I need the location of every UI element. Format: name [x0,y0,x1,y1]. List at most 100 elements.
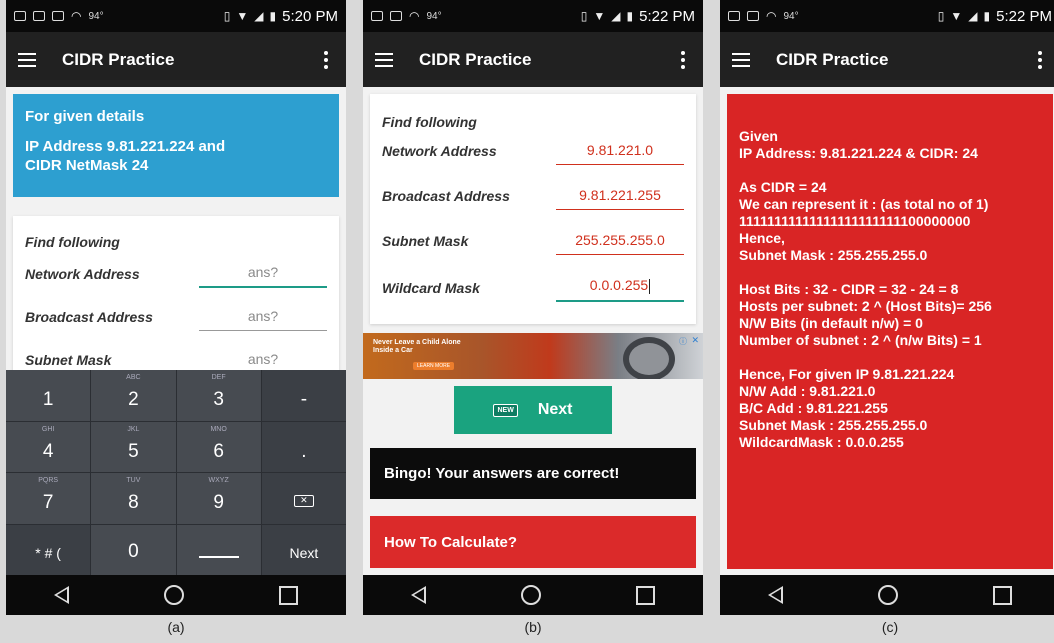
key-8[interactable]: TUV 8 [91,473,176,524]
given-ip: IP Address 9.81.221.224 and [25,138,226,155]
battery-icon: ▮ [269,9,277,23]
new-badge-icon: NEW [493,403,518,417]
ad-learn-more-button[interactable]: LEARN MORE [413,362,455,370]
temperature: 94° [88,10,104,22]
overflow-menu-icon[interactable] [675,47,691,73]
back-icon[interactable] [53,586,69,604]
app-bar: CIDR Practice [720,32,1054,87]
network-row: Network Address ans? [25,264,327,288]
cell-signal-icon: ◢ [254,9,264,23]
calculation-explanation: Given IP Address: 9.81.221.224 & CIDR: 2… [727,94,1053,569]
network-label: Network Address [25,266,140,282]
home-icon[interactable] [877,585,898,605]
ad-banner[interactable]: Never Leave a Child Alone Inside a Car L… [363,333,703,379]
battery-icon: ▮ [983,9,991,23]
temperature: 94° [426,10,442,22]
space-bar-icon [198,555,239,558]
explanation-line: N/W Bits (in default n/w) = 0 [739,315,923,331]
explanation-line: Subnet Mask : 255.255.255.0 [739,417,928,433]
key-2[interactable]: ABC 2 [91,370,176,421]
broadcast-row: Broadcast Address 9.81.221.255 [382,187,684,210]
delete-key[interactable]: ✕ [261,473,346,524]
caption-c: (c) [881,619,899,635]
key-0[interactable]: 0 [91,524,176,575]
status-bar: ◠ 94° ▯ ▼ ◢ ▮ 5:22 PM [363,0,703,32]
recents-icon[interactable] [279,585,299,605]
key-3[interactable]: DEF 3 [176,370,261,421]
overflow-menu-icon[interactable] [318,47,334,73]
gallery-icon [371,11,383,21]
network-input[interactable]: 9.81.221.0 [556,142,684,165]
wildcard-row: Wildcard Mask 0.0.0.255 [382,277,684,302]
next-key[interactable]: Next [261,524,346,575]
next-button[interactable]: NEW Next [454,386,612,434]
app-title: CIDR Practice [62,49,175,69]
battery-icon: ▮ [626,9,634,23]
space-key[interactable] [176,524,261,575]
wifi-icon: ◠ [409,9,420,23]
key-6[interactable]: MNO 6 [176,421,261,472]
explanation-line: N/W Add : 9.81.221.0 [739,383,876,399]
find-following-card: Find following Network Address 9.81.221.… [370,94,696,324]
phone-screen-a: ◠ 94° ▯ ▼ ◢ ▮ 5:20 PM CIDR Practice For … [6,0,346,615]
recents-icon[interactable] [993,585,1013,605]
key-4[interactable]: GHI 4 [6,421,91,472]
back-icon[interactable] [410,586,426,604]
network-input[interactable]: ans? [199,264,327,288]
nav-bar [363,575,703,615]
video-icon [52,11,64,21]
key-7[interactable]: PQRS 7 [6,473,91,524]
subnet-input[interactable]: 255.255.255.0 [556,232,684,255]
key-9[interactable]: WXYZ 9 [176,473,261,524]
wildcard-input[interactable]: 0.0.0.255 [556,277,684,302]
ad-close-icon[interactable]: ✕ [691,335,699,346]
overflow-menu-icon[interactable] [1032,47,1048,73]
next-label: Next [537,401,573,418]
cell-signal-icon: ◢ [968,9,978,23]
steering-wheel-image [623,337,675,379]
notification-icon [14,11,26,21]
key-dash[interactable]: - [261,370,346,421]
menu-icon[interactable] [375,52,393,67]
app-bar: CIDR Practice [363,32,703,87]
explanation-line: WildcardMask : 0.0.0.255 [739,434,904,450]
given-heading: For given details [25,108,145,125]
vibrate-icon: ▯ [580,9,588,23]
vibrate-icon: ▯ [937,9,945,23]
menu-icon[interactable] [18,52,36,67]
explanation-line: We can represent it : (as total no of 1) [739,196,989,212]
backspace-icon: ✕ [293,495,314,508]
key-period[interactable]: . [261,421,346,472]
explanation-line: Subnet Mask : 255.255.255.0 [739,247,928,263]
video-icon [747,11,759,21]
explanation-line: As CIDR = 24 [739,179,827,195]
find-following-card: Find following Network Address ans? Broa… [13,216,339,386]
result-banner: Bingo! Your answers are correct! [370,448,696,499]
home-icon[interactable] [520,585,541,605]
network-row: Network Address 9.81.221.0 [382,142,684,165]
caption-a: (a) [167,619,185,635]
back-icon[interactable] [767,586,783,604]
home-icon[interactable] [163,585,184,605]
clock: 5:22 PM [639,7,695,25]
subnet-label: Subnet Mask [382,233,469,249]
menu-icon[interactable] [732,52,750,67]
broadcast-input[interactable]: ans? [199,308,327,331]
key-5[interactable]: JKL 5 [91,421,176,472]
app-title: CIDR Practice [419,49,532,69]
vibrate-icon: ▯ [223,9,231,23]
broadcast-input[interactable]: 9.81.221.255 [556,187,684,210]
text-caret [649,278,651,294]
how-to-calculate-button[interactable]: How To Calculate? [370,516,696,568]
app-title: CIDR Practice [776,49,889,69]
key-1[interactable]: 1 [6,370,91,421]
subnet-row: Subnet Mask 255.255.255.0 [382,232,684,255]
ad-info-icon[interactable]: ⓘ [679,336,687,347]
numeric-keyboard: 1 ABC 2 DEF 3 - GHI 4 JKL 5 MNO 6 . PQRS 7 TUV… [6,370,346,575]
explanation-line: 11111111111111111111111100000000 [739,213,971,229]
recents-icon[interactable] [636,585,656,605]
ad-text: Never Leave a Child Alone Inside a Car [373,339,461,354]
network-label: Network Address [382,143,497,159]
key-symbols[interactable]: * # ( [6,524,91,575]
status-bar: ◠ 94° ▯ ▼ ◢ ▮ 5:22 PM [720,0,1054,32]
